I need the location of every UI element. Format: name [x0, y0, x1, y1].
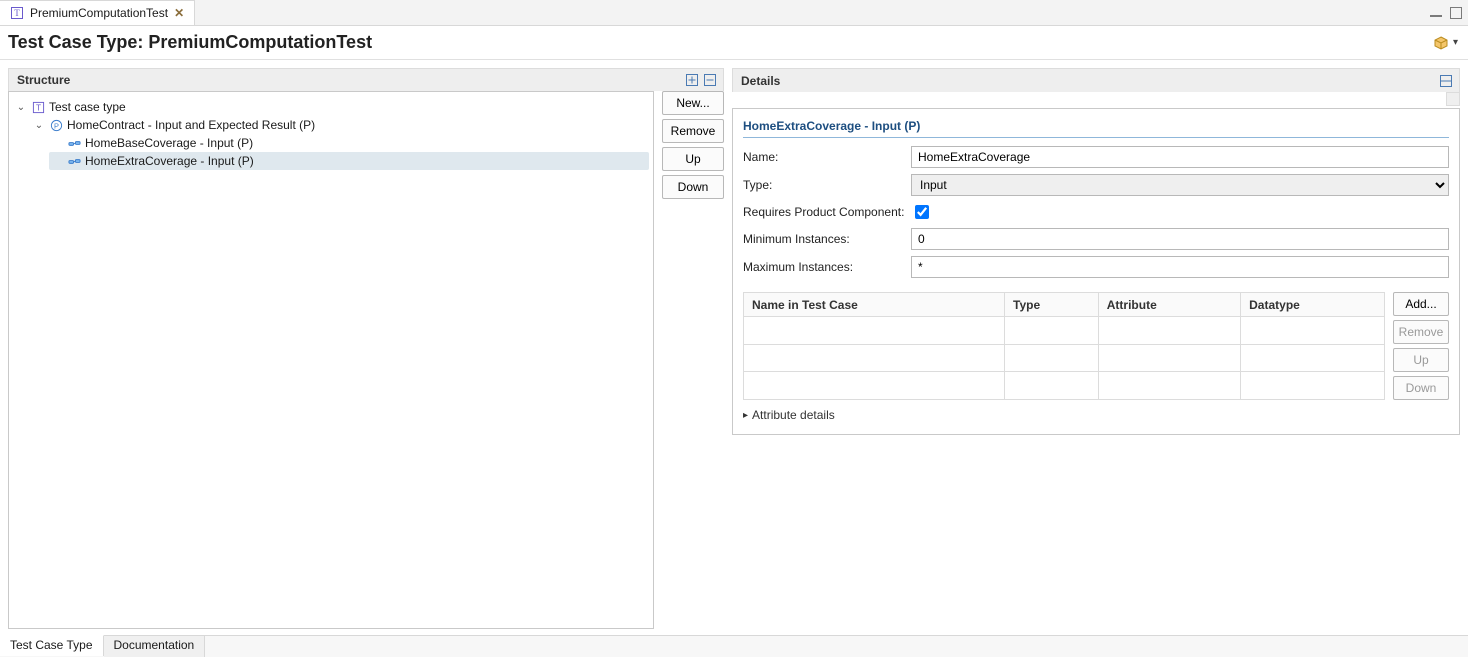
table-row[interactable]: [744, 372, 1385, 400]
col-attribute[interactable]: Attribute: [1098, 293, 1240, 317]
max-instances-input[interactable]: [911, 256, 1449, 278]
attribute-buttons: Add... Remove Up Down: [1393, 292, 1449, 400]
details-panel: HomeExtraCoverage - Input (P) Name: Type…: [732, 108, 1460, 435]
close-tab-icon[interactable]: ✕: [174, 6, 184, 20]
twisty-icon[interactable]: ⌄: [15, 102, 27, 113]
attr-add-button[interactable]: Add...: [1393, 292, 1449, 316]
name-input[interactable]: [911, 146, 1449, 168]
col-type[interactable]: Type: [1005, 293, 1099, 317]
minimize-section-icon[interactable]: [1446, 92, 1460, 106]
page-title: Test Case Type: PremiumComputationTest: [8, 32, 372, 53]
bottom-tab-testcasetype[interactable]: Test Case Type: [0, 635, 104, 656]
new-button[interactable]: New...: [662, 91, 724, 115]
editor-header: Test Case Type: PremiumComputationTest ▾: [0, 26, 1468, 60]
tree-root[interactable]: ⌄ T Test case type ⌄ P: [13, 98, 649, 170]
structure-title: Structure: [17, 73, 70, 87]
tree-node-label: HomeBaseCoverage - Input (P): [85, 136, 253, 150]
tree-node-selected[interactable]: · HomeExtraCoverage - Input (P): [49, 152, 649, 170]
minimize-icon[interactable]: [1430, 15, 1442, 17]
details-column: Details HomeExtraCoverage - Input (P) Na…: [732, 68, 1460, 629]
name-label: Name:: [743, 150, 911, 164]
table-row[interactable]: [744, 344, 1385, 372]
chevron-right-icon: ▸: [743, 410, 748, 421]
details-title: Details: [741, 74, 780, 88]
structure-buttons: New... Remove Up Down: [662, 91, 724, 629]
attribute-table[interactable]: Name in Test Case Type Attribute Datatyp…: [743, 292, 1385, 400]
editor-tabbar: T PremiumComputationTest ✕: [0, 0, 1468, 26]
maximize-icon[interactable]: [1450, 7, 1462, 19]
chevron-down-icon[interactable]: ▾: [1453, 37, 1458, 48]
structure-column: Structure ⌄ T: [8, 68, 724, 629]
tree-node-label: HomeExtraCoverage - Input (P): [85, 154, 254, 168]
bottom-tabbar: Test Case Type Documentation: [0, 635, 1468, 657]
requires-checkbox[interactable]: [915, 205, 929, 219]
svg-text:P: P: [54, 121, 59, 130]
col-datatype[interactable]: Datatype: [1241, 293, 1385, 317]
requires-label: Requires Product Component:: [743, 205, 911, 219]
twisty-icon[interactable]: ⌄: [33, 120, 45, 131]
bottom-tab-documentation[interactable]: Documentation: [104, 636, 206, 657]
svg-text:T: T: [35, 102, 40, 112]
structure-tree[interactable]: ⌄ T Test case type ⌄ P: [8, 91, 654, 629]
window-controls: [1430, 0, 1468, 25]
type-select[interactable]: Input: [911, 174, 1449, 196]
page-title-name: PremiumComputationTest: [148, 32, 372, 52]
col-name[interactable]: Name in Test Case: [744, 293, 1005, 317]
testcasetype-icon: T: [10, 6, 24, 20]
attr-remove-button[interactable]: Remove: [1393, 320, 1449, 344]
min-instances-label: Minimum Instances:: [743, 232, 911, 246]
max-instances-label: Maximum Instances:: [743, 260, 911, 274]
package-icon[interactable]: [1433, 35, 1449, 51]
expand-all-icon[interactable]: [685, 73, 699, 87]
min-instances-input[interactable]: [911, 228, 1449, 250]
tree-node[interactable]: ⌄ P HomeContract - Input and Expected Re…: [31, 116, 649, 170]
remove-button[interactable]: Remove: [662, 119, 724, 143]
tree-node-label: Test case type: [49, 100, 126, 114]
editor-tab[interactable]: T PremiumComputationTest ✕: [0, 0, 195, 25]
link-icon: [67, 154, 81, 168]
type-label: Type:: [743, 178, 911, 192]
up-button[interactable]: Up: [662, 147, 724, 171]
attr-up-button[interactable]: Up: [1393, 348, 1449, 372]
page-title-prefix: Test Case Type:: [8, 32, 148, 52]
details-panel-heading: HomeExtraCoverage - Input (P): [743, 119, 1449, 138]
policy-component-icon: P: [49, 118, 63, 132]
table-row[interactable]: [744, 317, 1385, 345]
tree-node[interactable]: · HomeBaseCoverage - Input (P): [49, 134, 649, 152]
link-icon: [67, 136, 81, 150]
testcasetype-icon: T: [31, 100, 45, 114]
attribute-details-label: Attribute details: [752, 408, 835, 422]
svg-text:T: T: [14, 8, 20, 18]
layout-horizontal-icon[interactable]: [1439, 74, 1453, 88]
attribute-details-toggle[interactable]: ▸ Attribute details: [743, 408, 1449, 422]
collapse-all-icon[interactable]: [703, 73, 717, 87]
editor-tab-label: PremiumComputationTest: [30, 6, 168, 20]
details-header: Details: [732, 68, 1460, 92]
down-button[interactable]: Down: [662, 175, 724, 199]
attr-down-button[interactable]: Down: [1393, 376, 1449, 400]
structure-header: Structure: [8, 68, 724, 91]
tree-node-label: HomeContract - Input and Expected Result…: [67, 118, 315, 132]
main-area: Structure ⌄ T: [0, 60, 1468, 629]
editor-toolbar: ▾: [1433, 35, 1458, 51]
